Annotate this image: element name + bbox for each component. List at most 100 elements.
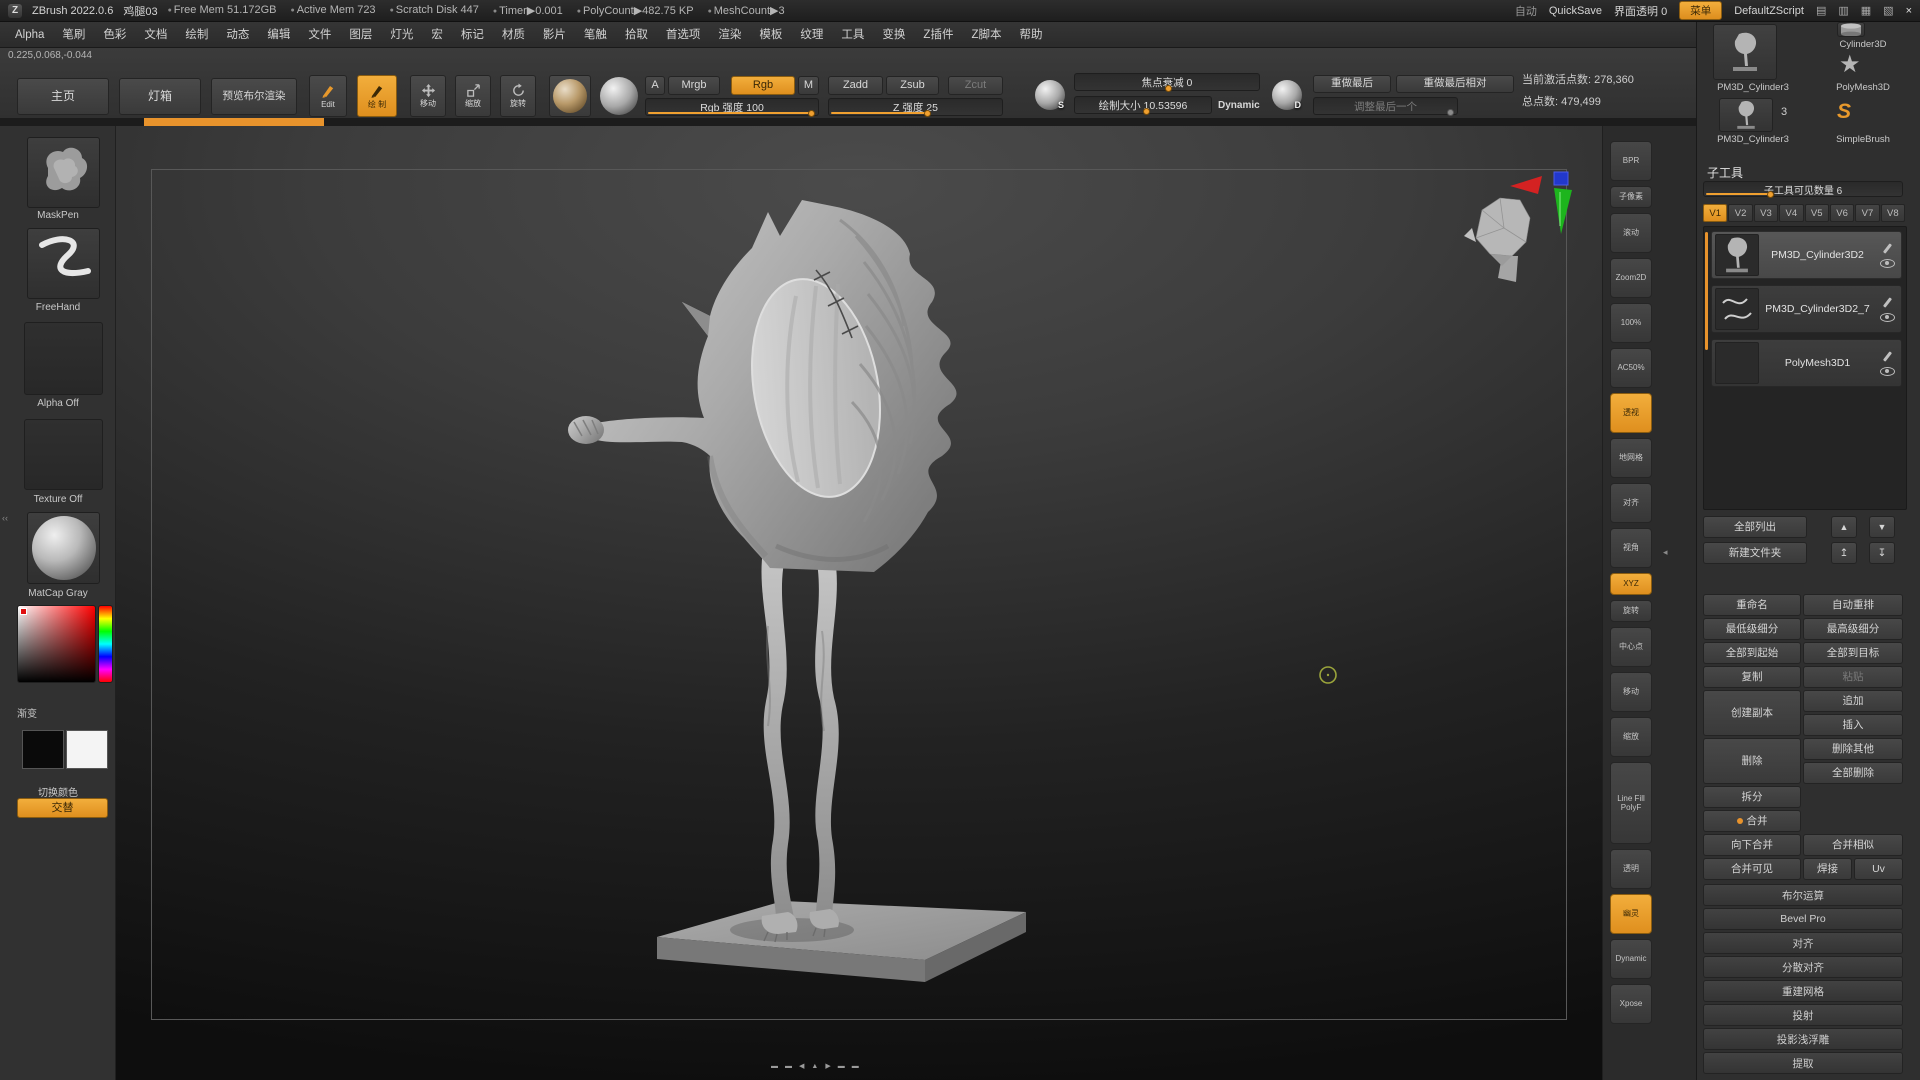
hue-bar[interactable] <box>98 605 113 683</box>
view-tab[interactable]: V5 <box>1804 204 1829 222</box>
menu-item[interactable]: 变换 <box>873 22 914 48</box>
zscript-label[interactable]: DefaultZScript <box>1734 5 1804 17</box>
slider-knob[interactable] <box>924 110 932 117</box>
polymesh-star-icon[interactable]: ★ <box>1839 50 1861 79</box>
view-tab[interactable]: V4 <box>1779 204 1804 222</box>
scroll-left-icon[interactable]: ◀ <box>799 1062 804 1070</box>
copy-button[interactable]: 复制 <box>1703 666 1801 688</box>
insert-button[interactable]: 插入 <box>1803 714 1903 736</box>
menu-item[interactable]: 灯光 <box>381 22 422 48</box>
brush-picker[interactable] <box>27 137 100 208</box>
color-sphere-button[interactable] <box>600 77 638 115</box>
mode-mrgb-button[interactable]: Mrgb <box>668 76 720 95</box>
subtool-item[interactable]: PM3D_Cylinder3D2 <box>1711 231 1902 279</box>
delete-all-button[interactable]: 全部删除 <box>1803 762 1903 784</box>
simplebrush-icon[interactable]: S <box>1837 100 1851 124</box>
split-button[interactable]: 拆分 <box>1703 786 1801 808</box>
scroll-up-icon[interactable]: ▲ <box>811 1063 818 1070</box>
shelf-tool-tile[interactable]: 透视 <box>1610 393 1652 433</box>
folder-down-icon[interactable]: ↧ <box>1869 542 1895 564</box>
auto-reorder-button[interactable]: 自动重排 <box>1803 594 1903 616</box>
folder-up-icon[interactable]: ↥ <box>1831 542 1857 564</box>
subpalette-section[interactable]: 投影浅浮雕 <box>1703 1028 1903 1050</box>
menu-item[interactable]: 标记 <box>452 22 493 48</box>
view-tab[interactable]: V8 <box>1880 204 1905 222</box>
merge-visible-button[interactable]: 合并可见 <box>1703 858 1801 880</box>
layout-grid-icon[interactable]: ▦ <box>1861 4 1871 17</box>
merge-similar-button[interactable]: 合并相似 <box>1803 834 1903 856</box>
zadd-button[interactable]: Zadd <box>828 76 883 95</box>
merge-down-button[interactable]: 向下合并 <box>1703 834 1801 856</box>
subtool-down-button[interactable]: ▼ <box>1869 516 1895 538</box>
subtool-section-title[interactable]: 子工具 <box>1707 164 1743 181</box>
lowest-subdiv-button[interactable]: 最低级细分 <box>1703 618 1801 640</box>
shelf-tool-tile[interactable]: 100% <box>1610 303 1652 343</box>
shelf-tool-tile[interactable]: Zoom2D <box>1610 258 1652 298</box>
visibility-eye-icon[interactable] <box>1879 312 1895 322</box>
delete-other-button[interactable]: 删除其他 <box>1803 738 1903 760</box>
dynamic-label[interactable]: Dynamic <box>1218 100 1260 111</box>
menu-item[interactable]: 色彩 <box>94 22 135 48</box>
layout-a-icon[interactable]: ▤ <box>1816 4 1826 17</box>
secondary-color-swatch[interactable] <box>66 730 108 769</box>
menu-item[interactable]: 纹理 <box>791 22 832 48</box>
subpalette-section[interactable]: 重建网格 <box>1703 980 1903 1002</box>
shelf-tool-tile[interactable]: 视角 <box>1610 528 1652 568</box>
shelf-tool-tile[interactable]: 移动 <box>1610 672 1652 712</box>
subpalette-section[interactable]: 布尔运算 <box>1703 884 1903 906</box>
view-tab[interactable]: V1 <box>1703 204 1728 222</box>
rgb-intensity-slider[interactable]: Rgb 强度 100 <box>645 98 819 117</box>
sculpt-viewport[interactable] <box>116 126 1602 1080</box>
slider-knob[interactable] <box>1767 191 1775 198</box>
zsub-button[interactable]: Zsub <box>886 76 939 95</box>
zcut-button[interactable]: Zcut <box>948 76 1003 95</box>
duplicate-button[interactable]: 创建副本 <box>1703 690 1801 736</box>
cylinder-tool-thumbnail[interactable] <box>1837 22 1865 37</box>
menu-button[interactable]: 菜单 <box>1679 1 1723 20</box>
slider-knob[interactable] <box>807 110 815 117</box>
move-mode-button[interactable]: 移动 <box>410 75 446 117</box>
panel-collapse-icon[interactable]: ◂ <box>1663 548 1668 557</box>
subpalette-section[interactable]: 分散对齐 <box>1703 956 1903 978</box>
adjust-last-slider[interactable]: 调整最后一个 <box>1313 97 1458 116</box>
menu-item[interactable]: 模板 <box>750 22 791 48</box>
reference-head-model[interactable] <box>1464 197 1531 282</box>
scroll-right-icon[interactable]: ▶ <box>825 1062 830 1070</box>
subtool-item[interactable]: PM3D_Cylinder3D2_7 <box>1711 285 1902 333</box>
alpha-picker[interactable] <box>24 322 103 395</box>
subpalette-section[interactable]: 提取 <box>1703 1052 1903 1074</box>
menu-item[interactable]: 图层 <box>340 22 381 48</box>
subtool-item[interactable]: PolyMesh3D1 <box>1711 339 1902 387</box>
draw-size-slider[interactable]: 绘制大小 10.53596 <box>1074 96 1212 115</box>
rename-button[interactable]: 重命名 <box>1703 594 1801 616</box>
subpalette-section[interactable]: Bevel Pro <box>1703 908 1903 930</box>
shelf-tool-tile[interactable]: BPR <box>1610 141 1652 181</box>
gizmo-z-handle[interactable] <box>1553 171 1569 186</box>
gizmo-y-arrow[interactable] <box>1554 188 1572 234</box>
auto-label[interactable]: 自动 <box>1515 3 1537 19</box>
view-tab[interactable]: V6 <box>1829 204 1855 222</box>
all-to-target-button[interactable]: 全部到目标 <box>1803 642 1903 664</box>
view-tab[interactable]: V3 <box>1753 204 1779 222</box>
view-tab[interactable]: V7 <box>1855 204 1880 222</box>
smooth-curve-button[interactable]: S <box>1035 80 1065 110</box>
menu-item[interactable]: Z脚本 <box>962 22 1010 48</box>
draw-size-dynamic-button[interactable]: D <box>1272 80 1302 110</box>
shelf-tool-tile[interactable]: 旋转 <box>1610 600 1652 622</box>
switch-colors-label[interactable]: 切换颜色 <box>0 784 116 799</box>
menu-item[interactable]: 影片 <box>534 22 575 48</box>
menu-item[interactable]: 宏 <box>422 22 452 48</box>
mode-rgb-button[interactable]: Rgb <box>731 76 795 95</box>
scale-mode-button[interactable]: 缩放 <box>455 75 491 117</box>
shelf-tool-tile[interactable]: 地网格 <box>1610 438 1652 478</box>
stroke-picker[interactable] <box>27 228 100 299</box>
layout-b-icon[interactable]: ▥ <box>1838 4 1848 17</box>
gizmo-x-arrow[interactable] <box>1510 176 1542 194</box>
document-canvas[interactable]: ▬ ▬ ◀ ▲ ▶ ▬ ▬ <box>116 126 1602 1080</box>
menu-item[interactable]: 拾取 <box>616 22 657 48</box>
new-folder-button[interactable]: 新建文件夹 <box>1703 542 1807 564</box>
subpalette-section[interactable]: 对齐 <box>1703 932 1903 954</box>
append-button[interactable]: 追加 <box>1803 690 1903 712</box>
menu-item[interactable]: 动态 <box>217 22 258 48</box>
redo-last-button[interactable]: 重做最后 <box>1313 75 1391 93</box>
